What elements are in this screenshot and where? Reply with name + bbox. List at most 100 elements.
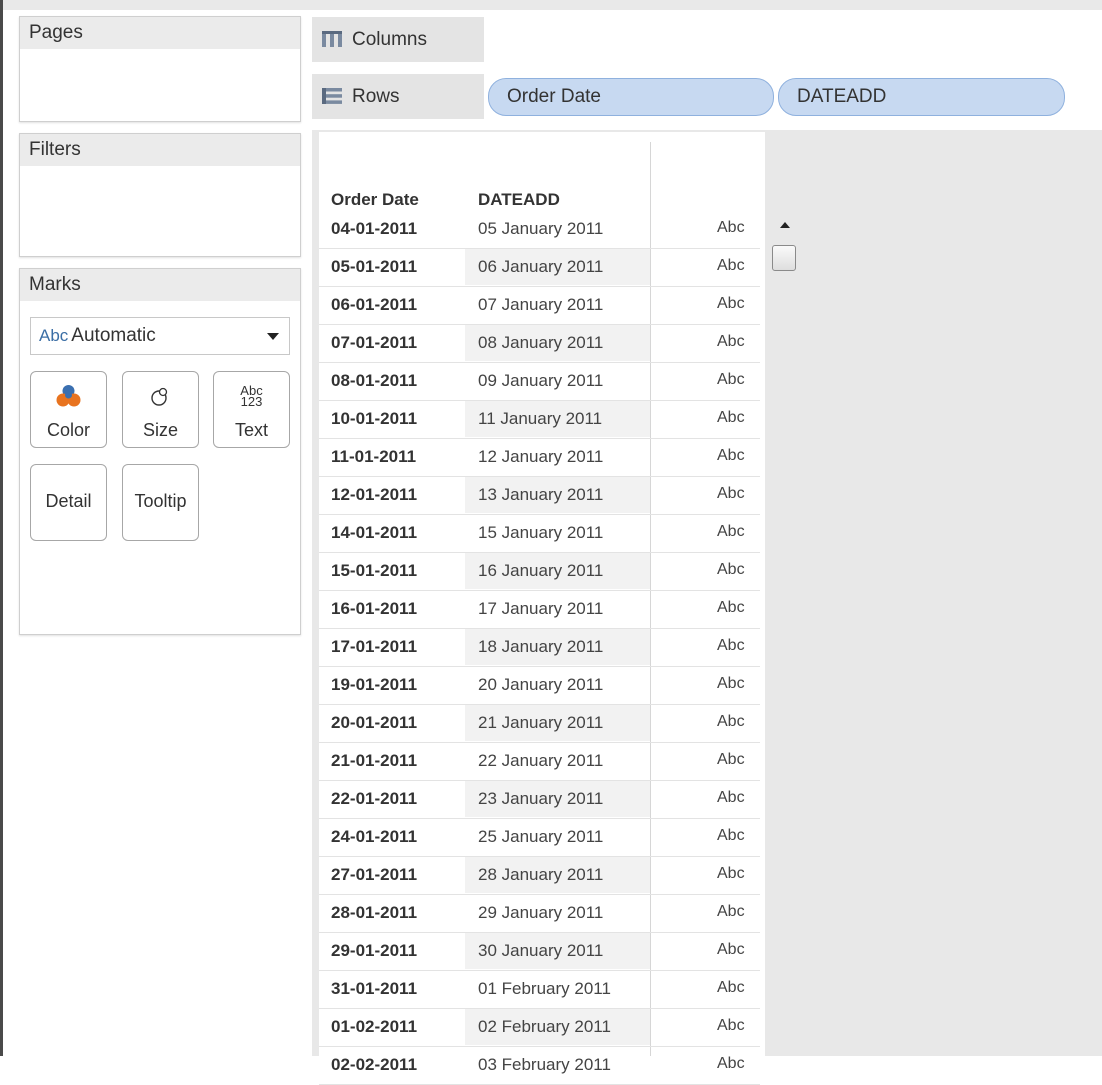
table-row[interactable]: 11-01-2011 12 January 2011 Abc: [319, 439, 760, 477]
order-date-cell: 07-01-2011: [331, 333, 418, 352]
table-row[interactable]: 27-01-2011 28 January 2011 Abc: [319, 857, 760, 895]
table-row[interactable]: 05-01-2011 06 January 2011 Abc: [319, 249, 760, 287]
mark-cell: Abc: [717, 979, 745, 996]
header-dateadd[interactable]: DATEADD: [478, 190, 560, 210]
tooltip-button[interactable]: Tooltip: [122, 464, 199, 541]
text-icon-bottom: 123: [240, 394, 263, 409]
text-abc123-icon: Abc 123: [214, 384, 289, 415]
table-row[interactable]: 14-01-2011 15 January 2011 Abc: [319, 515, 760, 553]
rows-icon: [322, 88, 342, 104]
order-date-cell: 14-01-2011: [331, 523, 418, 542]
order-date-cell: 15-01-2011: [331, 561, 418, 580]
dateadd-cell: 28 January 2011: [478, 865, 604, 884]
dateadd-cell: 08 January 2011: [478, 333, 604, 352]
dateadd-pill-label: DATEADD: [797, 86, 887, 107]
table-row[interactable]: 17-01-2011 18 January 2011 Abc: [319, 629, 760, 667]
table-row[interactable]: 31-01-2011 01 February 2011 Abc: [319, 971, 760, 1009]
columns-shelf[interactable]: [484, 17, 1102, 62]
dateadd-cell: 23 January 2011: [478, 789, 604, 808]
order-date-cell: 06-01-2011: [331, 295, 418, 314]
mark-cell: Abc: [717, 485, 745, 502]
size-icon: [151, 387, 168, 406]
table-row[interactable]: 22-01-2011 23 January 2011 Abc: [319, 781, 760, 819]
dateadd-cell: 16 January 2011: [478, 561, 604, 580]
columns-shelf-label: Columns: [312, 17, 484, 62]
size-button[interactable]: Size: [122, 371, 199, 448]
mark-cell: Abc: [717, 333, 745, 350]
pages-title: Pages: [20, 17, 300, 49]
dateadd-cell: 15 January 2011: [478, 523, 604, 542]
table-row[interactable]: 19-01-2011 20 January 2011 Abc: [319, 667, 760, 705]
table-row[interactable]: 10-01-2011 11 January 2011 Abc: [319, 401, 760, 439]
detail-button[interactable]: Detail: [30, 464, 107, 541]
mark-cell: Abc: [717, 1055, 745, 1072]
detail-button-label: Detail: [45, 491, 92, 511]
table-row[interactable]: 15-01-2011 16 January 2011 Abc: [319, 553, 760, 591]
mark-cell: Abc: [717, 409, 745, 426]
order-date-cell: 02-02-2011: [331, 1055, 418, 1074]
header-order-date[interactable]: Order Date: [331, 190, 419, 210]
text-button[interactable]: Abc 123 Text: [213, 371, 290, 448]
dateadd-pill[interactable]: DATEADD: [778, 78, 1065, 116]
table-row[interactable]: 01-02-2011 02 February 2011 Abc: [319, 1009, 760, 1047]
order-date-cell: 20-01-2011: [331, 713, 418, 732]
dateadd-cell: 20 January 2011: [478, 675, 604, 694]
scrollbar-thumb[interactable]: [772, 245, 796, 271]
window-left-edge: [0, 0, 3, 1056]
table-row[interactable]: 07-01-2011 08 January 2011 Abc: [319, 325, 760, 363]
mark-type-dropdown[interactable]: Abc Automatic: [30, 317, 290, 355]
table-row[interactable]: 21-01-2011 22 January 2011 Abc: [319, 743, 760, 781]
dateadd-cell: 03 February 2011: [478, 1055, 611, 1074]
mark-cell: Abc: [717, 903, 745, 920]
order-date-cell: 28-01-2011: [331, 903, 418, 922]
table-row[interactable]: 12-01-2011 13 January 2011 Abc: [319, 477, 760, 515]
columns-label: Columns: [352, 29, 427, 50]
order-date-cell: 17-01-2011: [331, 637, 418, 656]
order-date-cell: 16-01-2011: [331, 599, 418, 618]
scroll-up-arrow-icon[interactable]: [780, 222, 790, 228]
order-date-pill[interactable]: Order Date: [488, 78, 774, 116]
rows-shelf-label: Rows: [312, 74, 484, 119]
mark-type-abc-icon: Abc: [39, 326, 69, 345]
size-button-label: Size: [142, 420, 178, 440]
text-table: Order Date DATEADD 04-01-2011 05 January …: [319, 132, 765, 1085]
mark-cell: Abc: [717, 827, 745, 844]
pages-shelf[interactable]: Pages: [19, 16, 301, 122]
order-date-cell: 22-01-2011: [331, 789, 418, 808]
filters-shelf[interactable]: Filters: [19, 133, 301, 257]
table-row[interactable]: 06-01-2011 07 January 2011 Abc: [319, 287, 760, 325]
dateadd-cell: 05 January 2011: [478, 219, 604, 238]
table-row[interactable]: 04-01-2011 05 January 2011 Abc: [319, 211, 760, 249]
order-date-cell: 08-01-2011: [331, 371, 418, 390]
dateadd-cell: 01 February 2011: [478, 979, 611, 998]
chevron-down-icon: [267, 333, 279, 340]
table-row[interactable]: 02-02-2011 03 February 2011 Abc: [319, 1047, 760, 1085]
mark-cell: Abc: [717, 751, 745, 768]
order-date-cell: 05-01-2011: [331, 257, 418, 276]
dateadd-cell: 13 January 2011: [478, 485, 604, 504]
table-row[interactable]: 28-01-2011 29 January 2011 Abc: [319, 895, 760, 933]
dateadd-cell: 17 January 2011: [478, 599, 604, 618]
table-row[interactable]: 16-01-2011 17 January 2011 Abc: [319, 591, 760, 629]
mark-cell: Abc: [717, 295, 745, 312]
order-date-cell: 10-01-2011: [331, 409, 418, 428]
order-date-cell: 19-01-2011: [331, 675, 418, 694]
color-button[interactable]: Color: [30, 371, 107, 448]
color-icon: [56, 385, 81, 407]
mark-cell: Abc: [717, 1017, 745, 1034]
mark-cell: Abc: [717, 599, 745, 616]
table-row[interactable]: 29-01-2011 30 January 2011 Abc: [319, 933, 760, 971]
table-row[interactable]: 08-01-2011 09 January 2011 Abc: [319, 363, 760, 401]
table-row[interactable]: 24-01-2011 25 January 2011 Abc: [319, 819, 760, 857]
mark-cell: Abc: [717, 713, 745, 730]
order-date-cell: 04-01-2011: [331, 219, 418, 238]
tooltip-button-label: Tooltip: [134, 491, 187, 511]
mark-cell: Abc: [717, 257, 745, 274]
mark-cell: Abc: [717, 637, 745, 654]
dateadd-cell: 02 February 2011: [478, 1017, 611, 1036]
dateadd-cell: 29 January 2011: [478, 903, 604, 922]
dateadd-cell: 09 January 2011: [478, 371, 604, 390]
dateadd-cell: 07 January 2011: [478, 295, 604, 314]
table-row[interactable]: 20-01-2011 21 January 2011 Abc: [319, 705, 760, 743]
mark-cell: Abc: [717, 675, 745, 692]
